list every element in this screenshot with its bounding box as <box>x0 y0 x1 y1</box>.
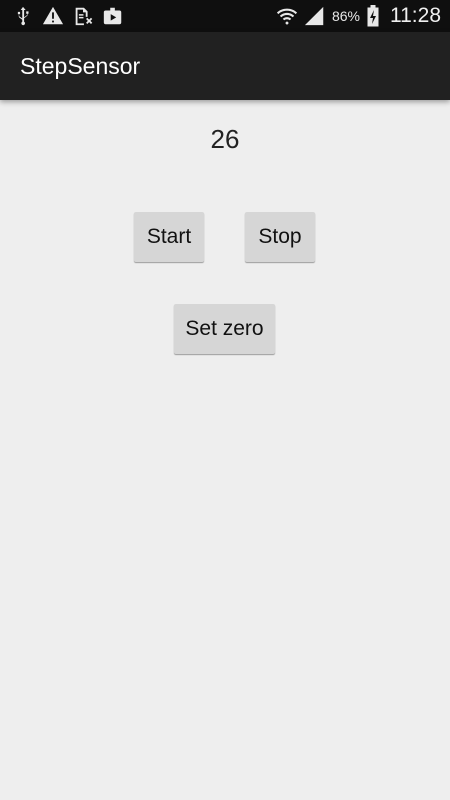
warning-icon <box>42 5 64 27</box>
step-count: 26 <box>210 124 240 154</box>
stop-button[interactable]: Stop <box>245 212 315 262</box>
app-title: StepSensor <box>20 53 141 79</box>
system-icons: 86% 11:28 <box>276 0 441 32</box>
battery-charging-icon <box>366 5 380 27</box>
notification-icons <box>12 4 124 28</box>
wifi-icon <box>276 5 298 27</box>
status-time: 11:28 <box>390 4 441 27</box>
signal-icon <box>304 5 326 27</box>
status-bar: 86% 11:28 <box>0 0 450 32</box>
usb-icon <box>12 5 34 27</box>
battery-percent: 86% <box>331 8 360 24</box>
media-icon <box>102 5 124 27</box>
set-zero-button[interactable]: Set zero <box>174 304 275 354</box>
start-button[interactable]: Start <box>134 212 204 262</box>
app-bar: StepSensor <box>0 32 450 100</box>
sim-off-icon <box>72 5 94 27</box>
